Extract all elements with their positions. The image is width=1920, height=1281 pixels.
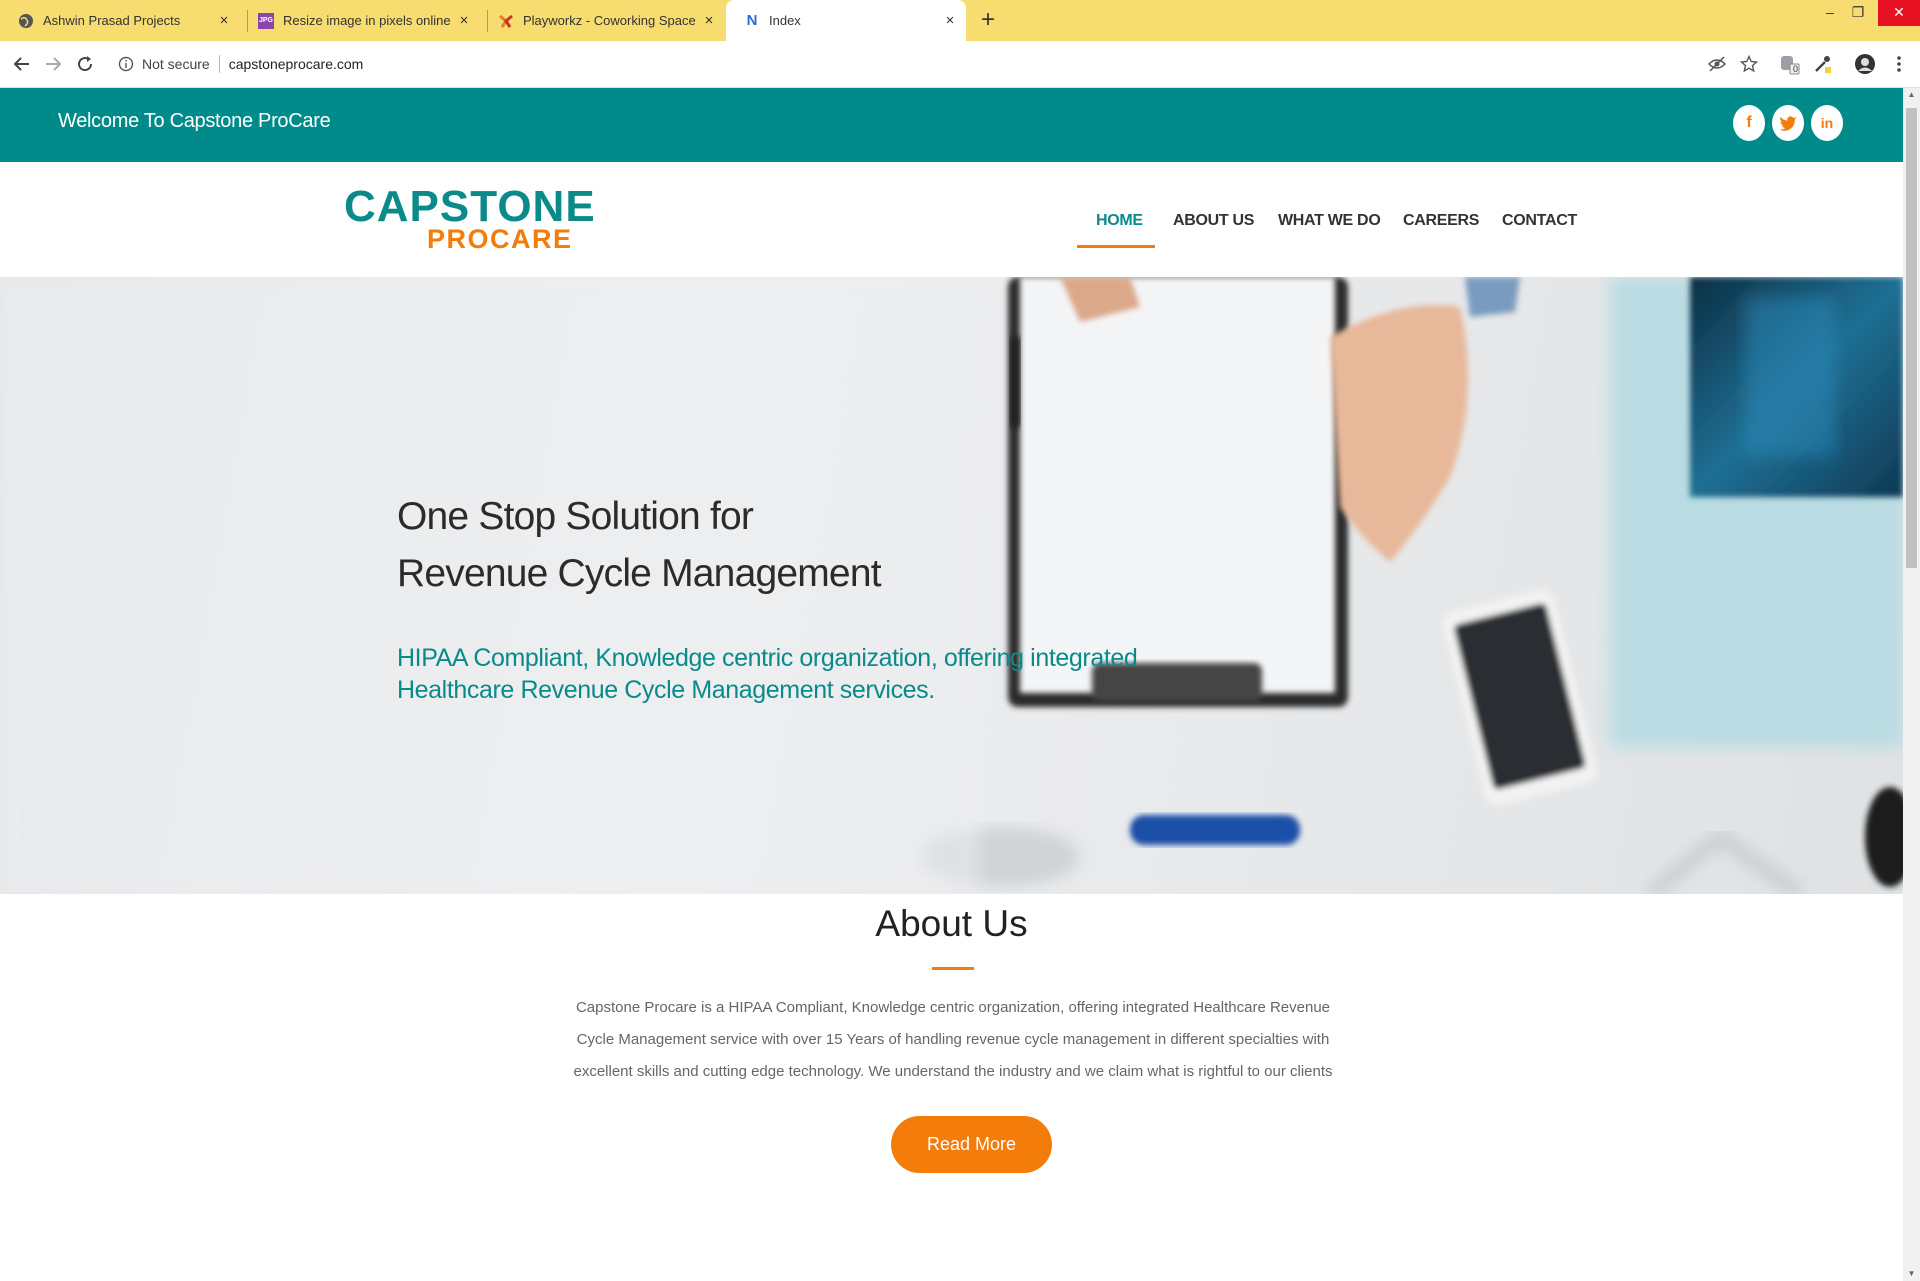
tab-title: Ashwin Prasad Projects — [43, 13, 181, 28]
page-scrollbar[interactable]: ▲ ▼ — [1903, 88, 1920, 1281]
twitter-icon[interactable] — [1772, 105, 1804, 141]
nav-careers[interactable]: CAREERS — [1403, 212, 1479, 230]
minimize-button[interactable]: – — [1816, 0, 1844, 26]
nav-about-us[interactable]: ABOUT US — [1173, 212, 1254, 230]
hero-title: One Stop Solution for Revenue Cycle Mana… — [397, 495, 882, 595]
tab-close-icon[interactable]: × — [454, 12, 474, 29]
read-more-button[interactable]: Read More — [891, 1116, 1052, 1173]
forward-button[interactable] — [41, 52, 65, 76]
more-menu-icon[interactable] — [1888, 53, 1910, 75]
browser-tab-ashwin-prasad-projects[interactable]: Ashwin Prasad Projects × — [0, 0, 240, 41]
globe-icon — [18, 13, 34, 29]
site-info[interactable]: Not secure — [118, 56, 210, 72]
page-viewport: Welcome To Capstone ProCare f in CAPSTON… — [0, 88, 1903, 1281]
bookmark-star-icon[interactable] — [1738, 53, 1760, 75]
about-heading-underline — [932, 967, 974, 970]
profile-avatar[interactable] — [1854, 53, 1876, 75]
tab-close-icon[interactable]: × — [940, 12, 960, 29]
extension-badge: 0 — [1793, 64, 1799, 74]
tab-title: Playworkz - Coworking Space — [523, 13, 696, 28]
scroll-up-icon[interactable]: ▲ — [1903, 88, 1920, 102]
site-header: CAPSTONE PROCARE HOME ABOUT US WHAT WE D… — [0, 162, 1903, 276]
top-bar: Welcome To Capstone ProCare f in — [0, 88, 1903, 162]
facebook-icon[interactable]: f — [1733, 105, 1765, 141]
security-label: Not secure — [142, 56, 210, 72]
welcome-text: Welcome To Capstone ProCare — [58, 110, 331, 132]
reload-icon — [78, 56, 93, 72]
playworkz-icon — [498, 13, 514, 29]
nav-home[interactable]: HOME — [1096, 212, 1143, 230]
n-icon: N — [746, 12, 758, 29]
hero-banner: One Stop Solution for Revenue Cycle Mana… — [0, 277, 1903, 894]
browser-tab-index[interactable]: N Index × — [726, 0, 966, 41]
tab-title: Resize image in pixels online - IL — [283, 13, 454, 28]
omnibox-divider — [218, 55, 220, 73]
tab-title: Index — [769, 13, 801, 28]
hero-subtitle: HIPAA Compliant, Knowledge centric organ… — [397, 644, 1138, 704]
eye-off-icon[interactable] — [1706, 53, 1728, 75]
scroll-down-icon[interactable]: ▼ — [1903, 1267, 1920, 1281]
restore-button[interactable]: ❐ — [1844, 0, 1872, 26]
extension-icon[interactable]: 0 — [1779, 53, 1801, 75]
tab-close-icon[interactable]: × — [214, 12, 234, 29]
window-close-button[interactable]: ✕ — [1878, 0, 1920, 26]
back-button[interactable] — [10, 52, 34, 76]
hero-background-image — [0, 277, 1903, 894]
forward-arrow-icon — [46, 57, 62, 71]
browser-tab-strip: Ashwin Prasad Projects × JPG Resize imag… — [0, 0, 1920, 41]
back-arrow-icon — [13, 57, 29, 71]
tab-close-icon[interactable]: × — [699, 12, 719, 29]
browser-toolbar: Not secure capstoneprocare.com 0 — [0, 41, 1920, 88]
nav-active-indicator — [1077, 245, 1155, 248]
browser-tab-resize-image[interactable]: JPG Resize image in pixels online - IL × — [240, 0, 480, 41]
about-paragraph: Capstone Procare is a HIPAA Compliant, K… — [573, 999, 1333, 1080]
reload-button[interactable] — [73, 52, 97, 76]
scrollbar-thumb[interactable] — [1906, 108, 1917, 568]
logo-procare[interactable]: PROCARE — [427, 224, 573, 255]
browser-tab-playworkz[interactable]: Playworkz - Coworking Space × — [480, 0, 725, 41]
about-heading: About Us — [875, 903, 1028, 944]
nav-contact[interactable]: CONTACT — [1502, 212, 1577, 230]
address-bar[interactable]: Not secure capstoneprocare.com — [108, 47, 1748, 81]
linkedin-icon[interactable]: in — [1811, 105, 1843, 141]
jpg-icon: JPG — [258, 12, 274, 29]
nav-what-we-do[interactable]: WHAT WE DO — [1278, 212, 1381, 230]
url-text[interactable]: capstoneprocare.com — [229, 56, 364, 72]
new-tab-button[interactable]: + — [975, 6, 1001, 34]
info-icon — [118, 56, 134, 72]
eyedropper-icon[interactable] — [1811, 53, 1833, 75]
